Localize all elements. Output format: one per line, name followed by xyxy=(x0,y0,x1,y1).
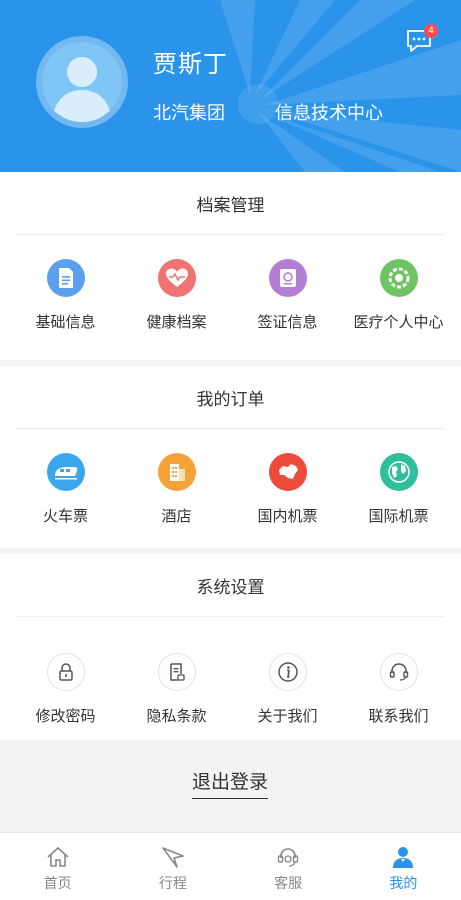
settings-item-label: 关于我们 xyxy=(257,707,318,725)
order-item-label: 国内机票 xyxy=(257,507,318,525)
bottom-tab-bar: 首页 行程 客服 我的 xyxy=(0,832,461,900)
archive-item-medical[interactable]: 医疗个人中心 xyxy=(341,259,456,332)
settings-item-about[interactable]: 关于我们 xyxy=(230,653,345,726)
hotel-icon xyxy=(157,453,196,491)
tab-label: 我的 xyxy=(389,876,418,892)
tab-mine[interactable]: 我的 xyxy=(346,833,461,900)
archive-item-label: 基础信息 xyxy=(35,313,96,331)
archive-item-label: 健康档案 xyxy=(146,313,207,331)
tab-customer-service[interactable]: 客服 xyxy=(231,833,346,900)
user-department: 信息技术中心 xyxy=(275,103,383,124)
tab-label: 行程 xyxy=(158,876,187,892)
info-icon xyxy=(268,653,307,691)
section-title-orders: 我的订单 xyxy=(196,389,265,410)
settings-item-label: 联系我们 xyxy=(368,707,429,725)
avatar-placeholder-icon xyxy=(42,42,122,122)
document-icon xyxy=(46,259,85,297)
archive-item-health[interactable]: 健康档案 xyxy=(119,259,234,332)
tab-home[interactable]: 首页 xyxy=(0,833,115,900)
archive-item-label: 签证信息 xyxy=(257,313,318,331)
tab-trips[interactable]: 行程 xyxy=(115,833,230,900)
avatar[interactable] xyxy=(36,36,128,128)
lock-icon xyxy=(46,653,85,691)
tab-label: 客服 xyxy=(274,876,303,892)
settings-item-privacy[interactable]: 隐私条款 xyxy=(119,653,234,726)
order-item-intl-flight[interactable]: 国际机票 xyxy=(341,453,456,526)
paper-plane-icon xyxy=(162,847,184,868)
order-item-label: 火车票 xyxy=(42,507,88,525)
logout-button[interactable]: 退出登录 xyxy=(192,767,269,799)
user-icon xyxy=(393,847,414,868)
globe-icon xyxy=(379,453,418,491)
medical-icon xyxy=(379,259,418,297)
china-map-icon xyxy=(268,453,307,491)
heart-icon xyxy=(157,259,196,297)
headset-icon xyxy=(379,653,418,691)
order-item-domestic-flight[interactable]: 国内机票 xyxy=(230,453,345,526)
order-item-hotel[interactable]: 酒店 xyxy=(119,453,234,526)
settings-section: 系统设置 修改密码 隐私条款 关于我们 联系我们 xyxy=(0,554,461,740)
customer-service-icon xyxy=(277,848,299,867)
home-icon xyxy=(47,846,69,867)
privacy-doc-icon xyxy=(157,653,196,691)
passport-icon xyxy=(268,259,307,297)
train-icon xyxy=(46,453,85,491)
user-company: 北汽集团 xyxy=(153,103,225,124)
archive-item-basic-info[interactable]: 基础信息 xyxy=(8,259,123,332)
archive-item-visa[interactable]: 签证信息 xyxy=(230,259,345,332)
order-item-train[interactable]: 火车票 xyxy=(8,453,123,526)
user-name: 贾斯丁 xyxy=(153,50,228,78)
settings-item-label: 隐私条款 xyxy=(146,707,207,725)
section-title-settings: 系统设置 xyxy=(196,577,265,598)
order-item-label: 酒店 xyxy=(161,507,192,525)
order-item-label: 国际机票 xyxy=(368,507,429,525)
archive-item-label: 医疗个人中心 xyxy=(353,313,444,331)
archive-section: 档案管理 基础信息 健康档案 签证信息 医疗个人中心 xyxy=(0,172,461,360)
settings-item-label: 修改密码 xyxy=(35,707,96,725)
profile-header: 贾斯丁 北汽集团 信息技术中心 4 xyxy=(0,0,461,172)
tab-label: 首页 xyxy=(43,876,72,892)
orders-section: 我的订单 火车票 酒店 国内机票 国际机票 xyxy=(0,366,461,548)
settings-item-contact[interactable]: 联系我们 xyxy=(341,653,456,726)
logout-area: 退出登录 xyxy=(0,740,461,832)
settings-item-change-password[interactable]: 修改密码 xyxy=(8,653,123,726)
message-badge: 4 xyxy=(424,24,438,38)
section-title-archive: 档案管理 xyxy=(196,195,265,216)
